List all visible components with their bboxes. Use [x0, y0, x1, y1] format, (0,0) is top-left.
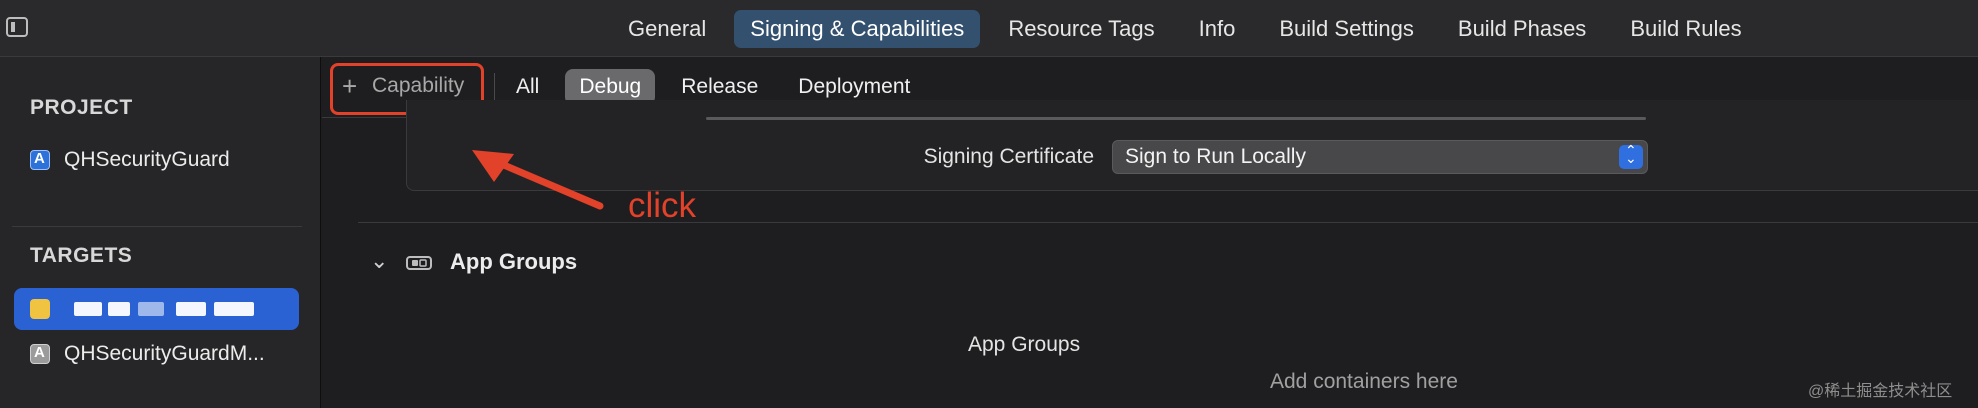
sidebar-item-target-selected[interactable] — [14, 288, 299, 330]
app-groups-icon — [406, 256, 432, 270]
tab-general[interactable]: General — [612, 10, 722, 48]
sidebar-item-target[interactable]: QHSecurityGuardM... — [14, 333, 299, 375]
project-heading: PROJECT — [30, 96, 133, 119]
annotation-click-text: click — [628, 186, 697, 225]
app-icon — [30, 150, 50, 170]
annotation-arrow-icon — [472, 150, 604, 210]
app-groups-section-title: App Groups — [450, 249, 578, 274]
tab-build-rules[interactable]: Build Rules — [1614, 10, 1757, 48]
project-sidebar: PROJECT QHSecurityGuard TARGETS QHSecuri… — [0, 57, 321, 408]
signing-certificate-value: Sign to Run Locally — [1125, 145, 1306, 168]
sidebar-item-label: QHSecurityGuard — [64, 148, 230, 171]
app-icon — [30, 344, 50, 364]
sidebar-item-label: QHSecurityGuardM... — [64, 342, 265, 365]
add-capability-label: Capability — [372, 74, 465, 97]
tab-info[interactable]: Info — [1183, 10, 1252, 48]
chevron-down-icon[interactable]: ⌄ — [370, 248, 388, 274]
select-stepper-icon — [1619, 142, 1643, 169]
tab-build-phases[interactable]: Build Phases — [1442, 10, 1602, 48]
sidebar-toggle-icon[interactable] — [6, 17, 28, 37]
signing-certificate-label: Signing Certificate — [923, 145, 1094, 168]
signing-certificate-select[interactable]: Sign to Run Locally — [1112, 140, 1648, 174]
app-groups-empty-placeholder: Add containers here — [1270, 370, 1458, 393]
tab-resource-tags[interactable]: Resource Tags — [992, 10, 1170, 48]
watermark: @稀土掘金技术社区 — [1808, 383, 1953, 400]
section-divider — [358, 222, 1978, 223]
targets-heading: TARGETS — [30, 244, 133, 267]
tab-signing-capabilities[interactable]: Signing & Capabilities — [734, 10, 981, 48]
sidebar-item-project[interactable]: QHSecurityGuard — [14, 139, 299, 181]
app-groups-list-title: App Groups — [968, 333, 1081, 356]
add-capability-button[interactable]: + Capability — [342, 69, 482, 103]
tabs: General Signing & Capabilities Resource … — [612, 10, 1770, 48]
sidebar-divider — [12, 226, 302, 227]
redacted-target-name — [64, 302, 274, 318]
editor-tab-bar: General Signing & Capabilities Resource … — [0, 0, 1978, 57]
toolbar-separator — [494, 73, 495, 101]
plus-icon: + — [342, 71, 358, 101]
previous-field-edge — [706, 117, 1646, 120]
target-folder-icon — [30, 299, 50, 319]
tab-build-settings[interactable]: Build Settings — [1263, 10, 1430, 48]
